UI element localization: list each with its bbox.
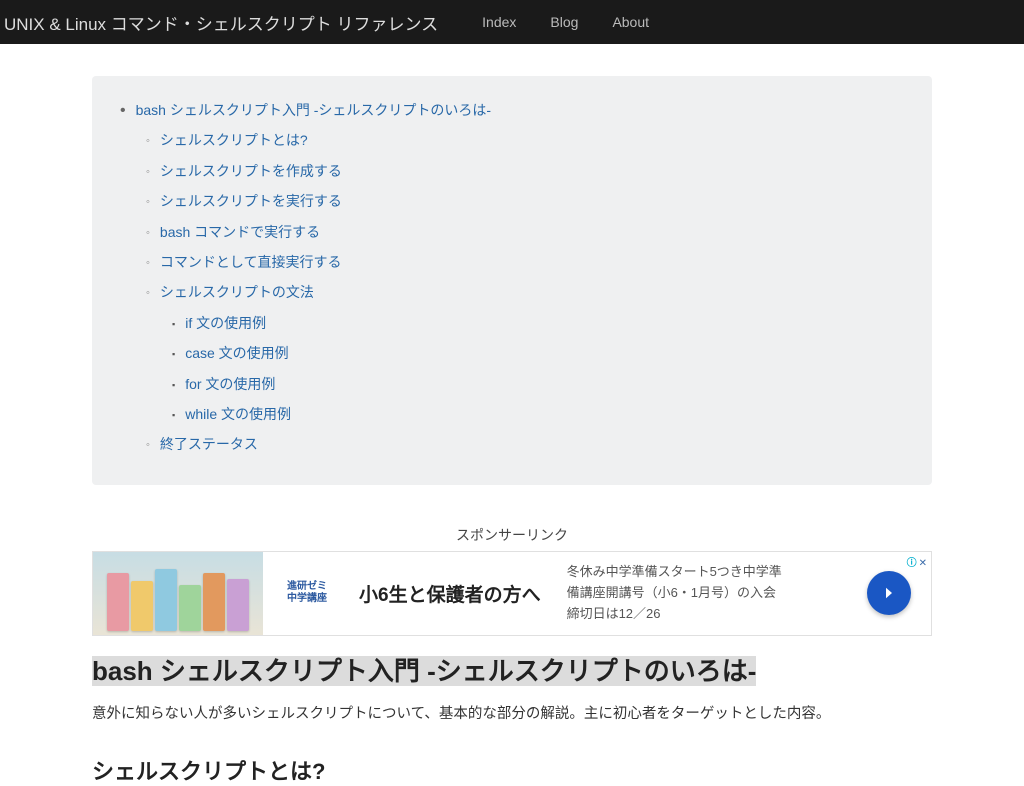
ad-thumbnail <box>93 552 263 635</box>
nav-blog[interactable]: Blog <box>550 14 578 30</box>
nav-about[interactable]: About <box>612 14 649 30</box>
article: bash シェルスクリプト入門 -シェルスクリプトのいろは- 意外に知らない人が… <box>92 654 932 786</box>
toc-sub-link[interactable]: while 文の使用例 <box>185 406 291 422</box>
toc-link[interactable]: シェルスクリプトを実行する <box>160 193 342 209</box>
toc-link[interactable]: シェルスクリプトとは? <box>160 132 308 148</box>
toc-sub-link[interactable]: if 文の使用例 <box>185 315 266 331</box>
arrow-right-icon <box>880 584 898 602</box>
nav-index[interactable]: Index <box>482 14 516 30</box>
main-container: bash シェルスクリプト入門 -シェルスクリプトのいろは- シェルスクリプトと… <box>92 44 932 786</box>
ad-headline: 小6生と保護者の方へ <box>359 580 541 607</box>
table-of-contents: bash シェルスクリプト入門 -シェルスクリプトのいろは- シェルスクリプトと… <box>92 76 932 485</box>
navbar: UNIX & Linux コマンド・シェルスクリプト リファレンス Index … <box>0 0 1024 44</box>
page-title: bash シェルスクリプト入門 -シェルスクリプトのいろは- <box>92 656 756 686</box>
toc-link[interactable]: 終了ステータス <box>160 436 258 452</box>
toc-root-link[interactable]: bash シェルスクリプト入門 -シェルスクリプトのいろは- <box>136 102 491 118</box>
lead-paragraph: 意外に知らない人が多いシェルスクリプトについて、基本的な部分の解説。主に初心者を… <box>92 703 932 726</box>
toc-sub-link[interactable]: case 文の使用例 <box>185 345 288 361</box>
toc-link[interactable]: シェルスクリプトを作成する <box>160 163 342 179</box>
ad-arrow-button[interactable] <box>867 571 911 615</box>
ad-logo: 進研ゼミ 中学講座 <box>277 581 337 605</box>
toc-link[interactable]: コマンドとして直接実行する <box>160 254 342 270</box>
ad-subtext: 冬休み中学準備スタート5つき中学準備講座開講号（小6・1月号）の入会締切日は12… <box>567 562 787 624</box>
ad-banner[interactable]: 進研ゼミ 中学講座 小6生と保護者の方へ 冬休み中学準備スタート5つき中学準備講… <box>92 551 932 636</box>
site-brand[interactable]: UNIX & Linux コマンド・シェルスクリプト リファレンス <box>4 10 438 35</box>
ad-choices-icon[interactable]: ⓘ✕ <box>907 554 927 569</box>
sponsor-label: スポンサーリンク <box>92 525 932 545</box>
toc-sub-link[interactable]: for 文の使用例 <box>185 376 275 392</box>
toc-link[interactable]: シェルスクリプトの文法 <box>160 284 314 300</box>
toc-link[interactable]: bash コマンドで実行する <box>160 224 320 240</box>
section-heading-cut: シェルスクリプトとは? <box>92 754 932 786</box>
